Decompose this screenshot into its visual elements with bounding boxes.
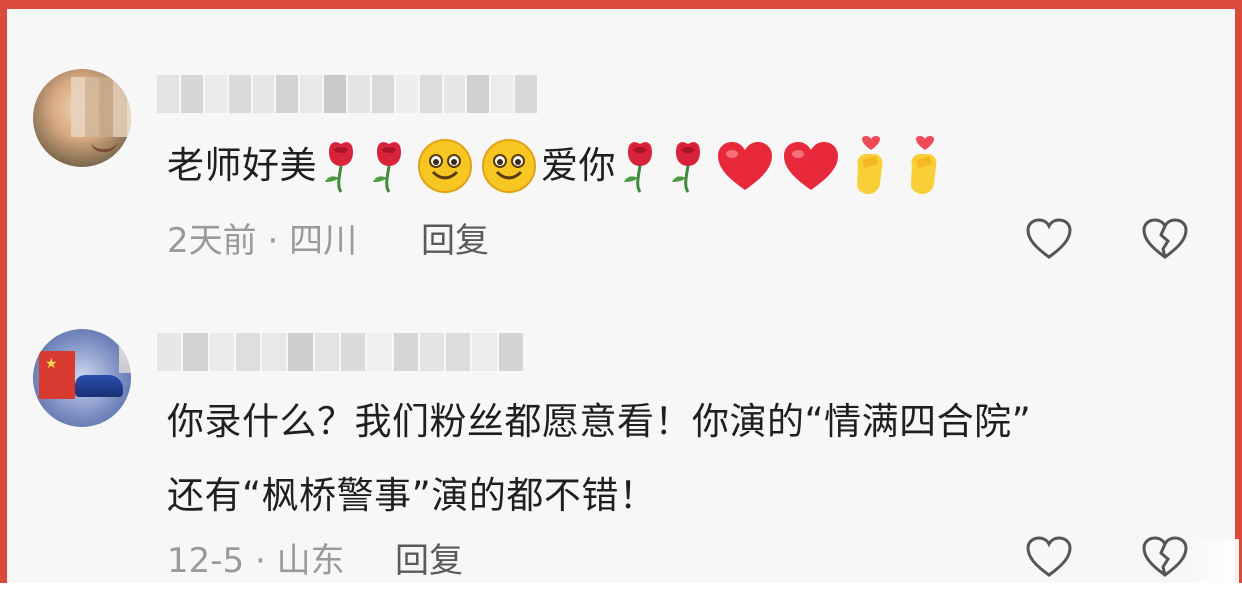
avatar-blur-mask: [71, 77, 131, 137]
username-redacted[interactable]: [157, 333, 523, 371]
heart-outline-icon: [1026, 218, 1072, 259]
screenshot-frame: 老师好美 爱你 2天前 · 四川 回复 ★ 你录什么？我们粉丝都愿意看！你演的“…: [0, 0, 1242, 587]
username-redacted[interactable]: [157, 75, 537, 113]
smile-emoji: [481, 138, 537, 194]
like-button[interactable]: [1025, 217, 1073, 261]
avatar-face-detail: [91, 141, 117, 152]
reply-button[interactable]: 回复: [395, 541, 463, 581]
star-icon: ★: [45, 356, 58, 372]
comment-text: 老师好美 爱你: [167, 129, 952, 203]
dislike-button[interactable]: [1141, 535, 1189, 579]
comment-item: 老师好美 爱你 2天前 · 四川 回复: [7, 9, 1235, 299]
broken-heart-icon: [1142, 218, 1188, 259]
watermark-fade: [1185, 539, 1239, 587]
comment-location: 四川: [289, 221, 358, 261]
broken-heart-icon: [1142, 536, 1188, 577]
reply-button[interactable]: 回复: [421, 221, 489, 261]
like-button[interactable]: [1025, 535, 1073, 579]
car-graphic: [75, 375, 123, 397]
comment-text-line: 你录什么？我们粉丝都愿意看！你演的“情满四合院”: [167, 400, 1032, 443]
heart-outline-icon: [1026, 536, 1072, 577]
comment-text-part: 爱你: [541, 144, 616, 187]
finger-heart-emoji: [902, 136, 948, 196]
meta-separator: ·: [267, 221, 279, 261]
red-heart-emoji: [716, 140, 774, 192]
comment-item: ★ 你录什么？我们粉丝都愿意看！你演的“情满四合院” 还有“枫桥警事”演的都不错…: [7, 299, 1235, 592]
comment-text: 你录什么？我们粉丝都愿意看！你演的“情满四合院” 还有“枫桥警事”演的都不错！: [167, 385, 1031, 533]
dislike-button[interactable]: [1141, 217, 1189, 261]
meta-separator: ·: [254, 541, 266, 581]
comment-meta: 2天前 · 四川: [167, 221, 357, 261]
comment-time: 2天前: [167, 221, 257, 261]
avatar-blur-mask: [119, 333, 131, 373]
rose-emoji: [620, 138, 660, 194]
avatar[interactable]: [33, 69, 131, 167]
comment-text-line: 还有“枫桥警事”演的都不错！: [167, 474, 657, 517]
rose-emoji: [668, 138, 708, 194]
red-heart-emoji: [782, 140, 840, 192]
comment-location: 山东: [276, 541, 345, 581]
comment-meta: 12-5 · 山东: [167, 541, 345, 581]
avatar[interactable]: ★: [33, 329, 131, 427]
flag-graphic: ★: [39, 351, 75, 399]
rose-emoji: [369, 138, 409, 194]
rose-emoji: [321, 138, 361, 194]
finger-heart-emoji: [848, 136, 894, 196]
comment-time: 12-5: [167, 541, 245, 581]
comment-text-part: 老师好美: [167, 144, 317, 187]
smile-emoji: [417, 138, 473, 194]
